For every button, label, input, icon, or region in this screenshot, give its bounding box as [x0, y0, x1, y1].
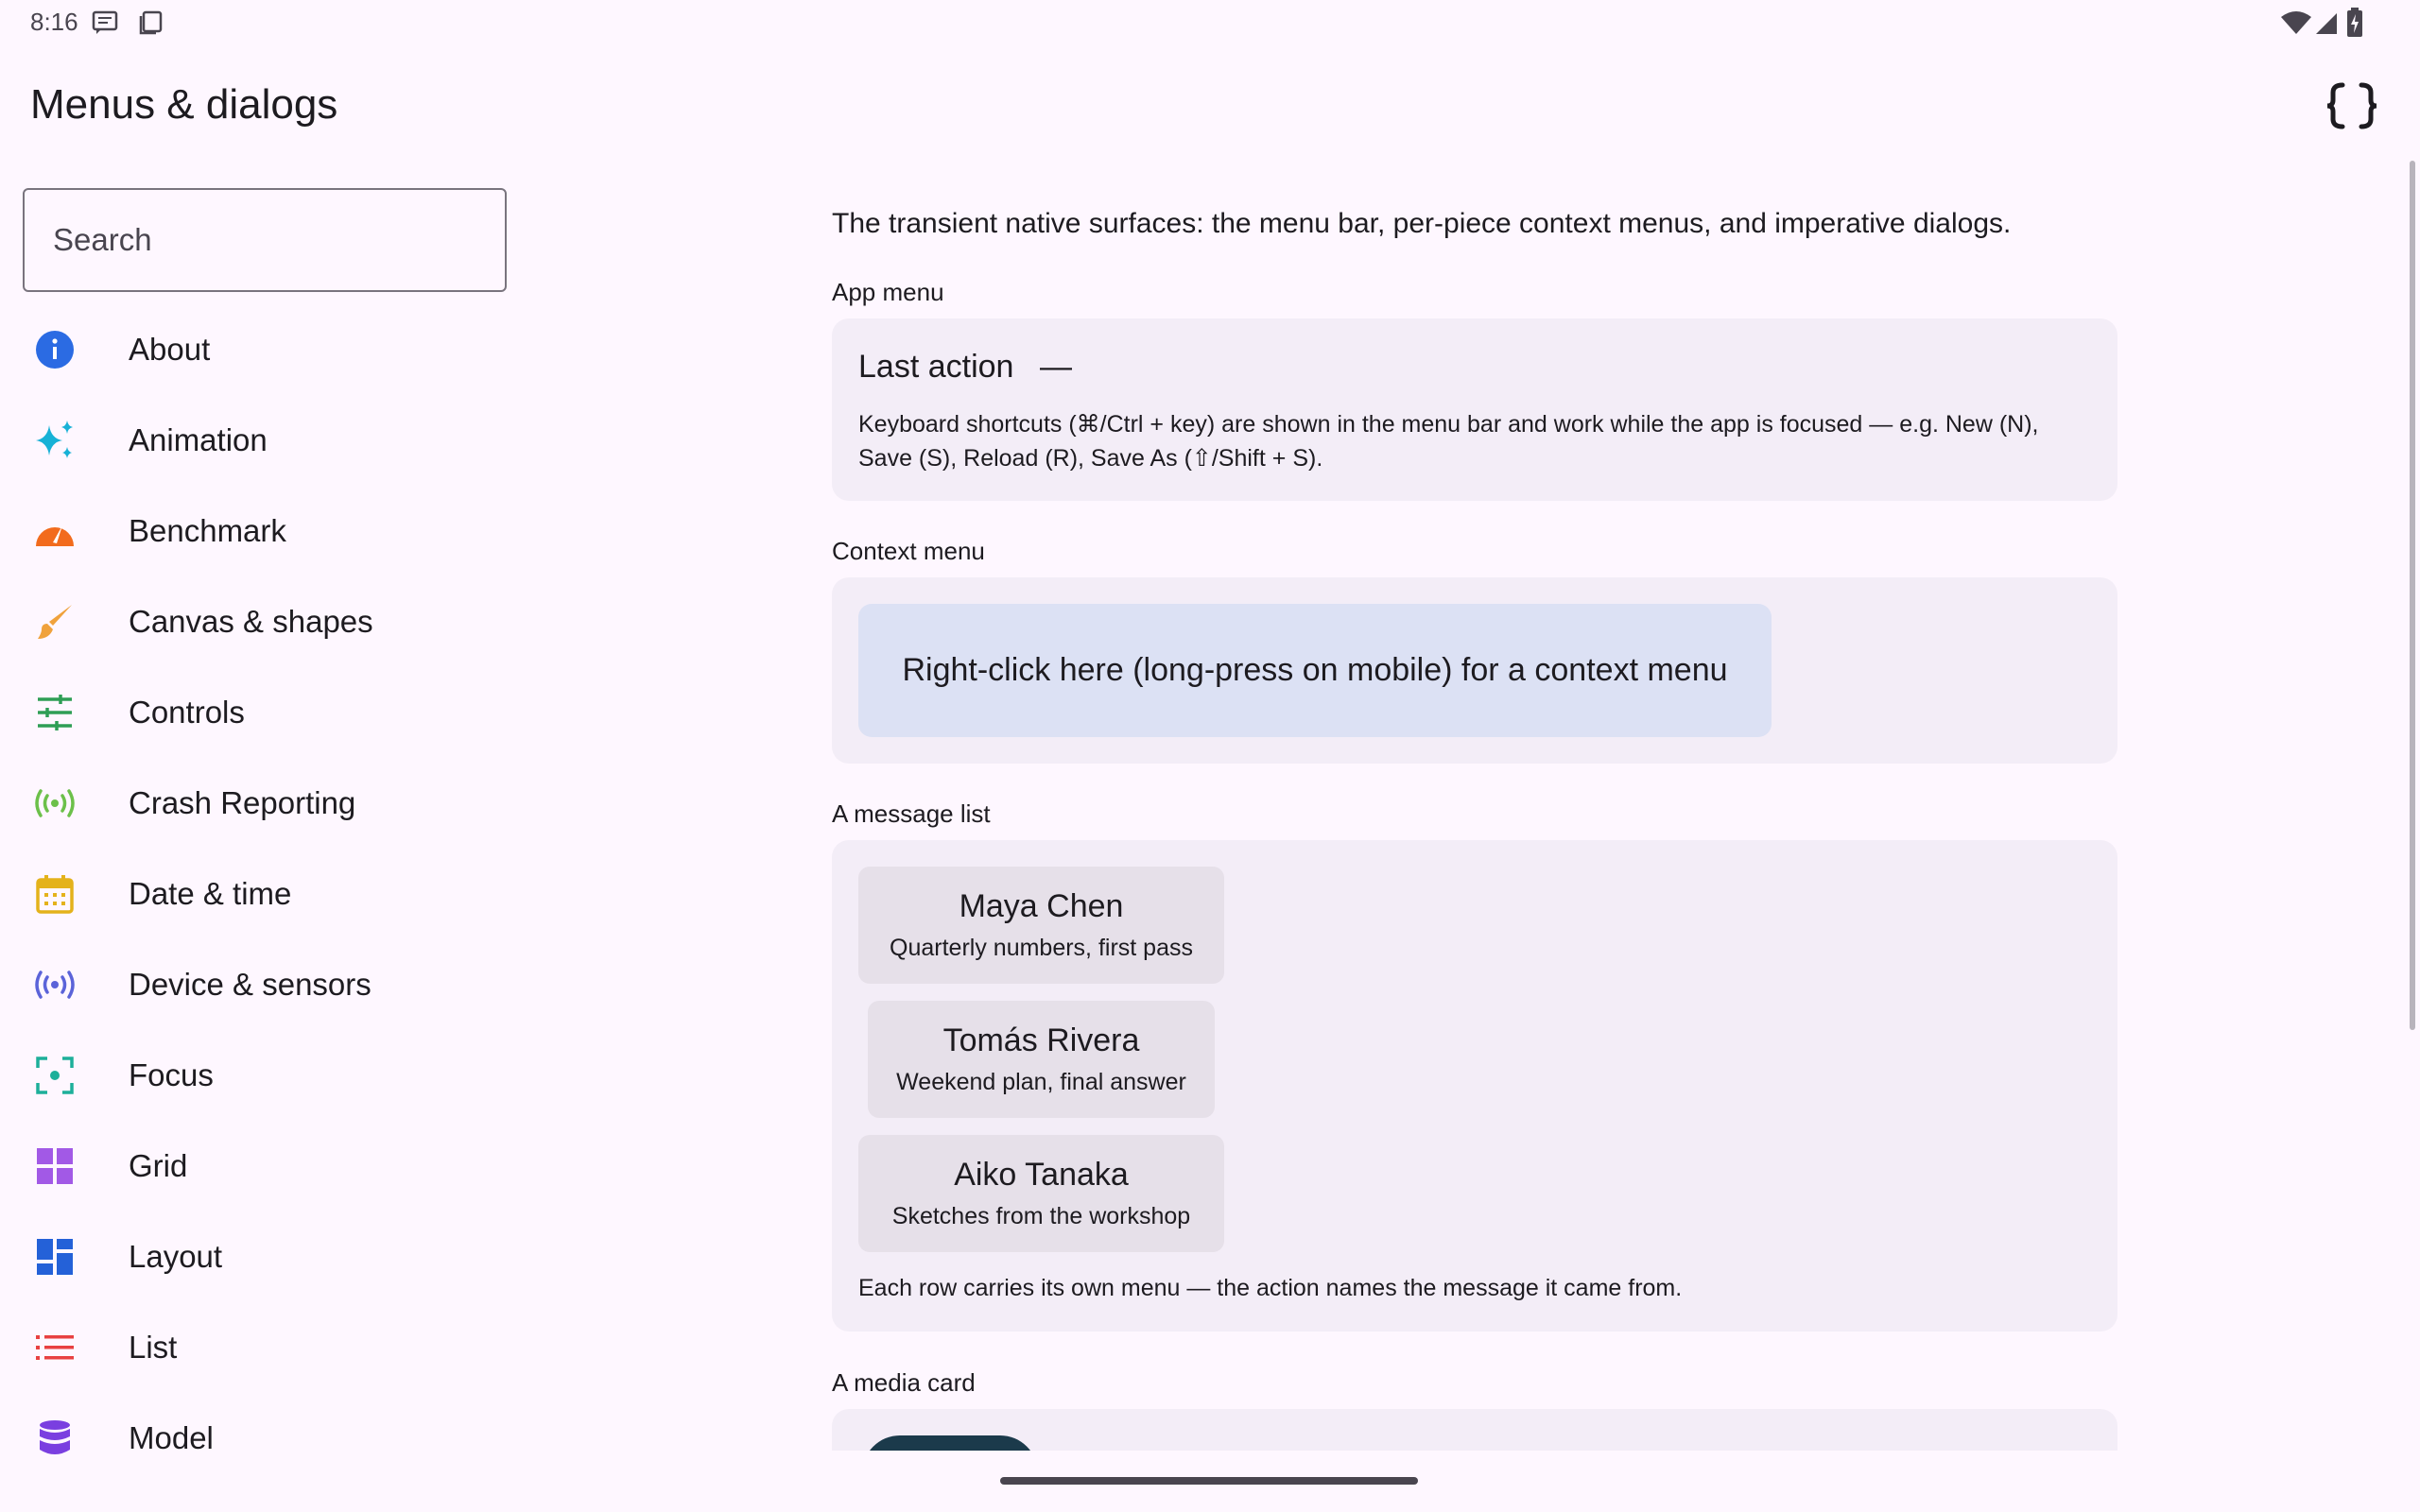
sidebar-item-crash-reporting[interactable]: Crash Reporting — [23, 762, 514, 845]
sidebar-item-label: About — [129, 332, 211, 367]
screen-icon — [139, 10, 163, 35]
message-notification-icon — [92, 10, 118, 34]
sidebar-item-device-sensors[interactable]: Device & sensors — [23, 943, 514, 1026]
sidebar-item-label: Date & time — [129, 876, 292, 911]
search-input[interactable] — [53, 222, 505, 258]
speedometer-icon — [26, 503, 83, 559]
message-list-card: Maya Chen Quarterly numbers, first pass … — [832, 840, 2118, 1332]
message-subject: Weekend plan, final answer — [896, 1069, 1186, 1095]
broadcast-icon — [26, 775, 83, 832]
sidebar-item-label: Grid — [129, 1148, 188, 1183]
sliders-icon — [26, 684, 83, 741]
sidebar-item-label: Animation — [129, 422, 268, 457]
sidebar-item-label: Controls — [129, 695, 245, 730]
sidebar-item-label: Focus — [129, 1057, 214, 1092]
sidebar-item-benchmark[interactable]: Benchmark — [23, 490, 514, 573]
message-sender: Tomás Rivera — [942, 1022, 1140, 1058]
section-label-context-menu: Context menu — [832, 537, 985, 565]
section-label-media-card: A media card — [832, 1368, 976, 1397]
sidebar-item-animation[interactable]: Animation — [23, 399, 514, 482]
sidebar-item-controls[interactable]: Controls — [23, 671, 514, 754]
info-icon — [26, 321, 83, 378]
sidebar-item-model[interactable]: Model — [23, 1397, 514, 1480]
sidebar-item-label: Layout — [129, 1239, 223, 1274]
message-row-1[interactable]: Maya Chen Quarterly numbers, first pass — [858, 867, 1224, 984]
sidebar-item-date-time[interactable]: Date & time — [23, 852, 514, 936]
sidebar-item-label: Canvas & shapes — [129, 604, 373, 639]
sidebar-item-focus[interactable]: Focus — [23, 1034, 514, 1117]
sidebar-item-grid[interactable]: Grid — [23, 1125, 514, 1208]
scrollbar[interactable] — [2410, 161, 2415, 1030]
sidebar-item-label: Device & sensors — [129, 967, 372, 1002]
intro-text: The transient native surfaces: the menu … — [832, 208, 2012, 239]
focus-icon — [26, 1047, 83, 1104]
cell-signal-icon — [2316, 13, 2337, 34]
last-action-value: — — [1040, 349, 1072, 385]
search-field[interactable] — [23, 188, 507, 292]
message-sender: Aiko Tanaka — [954, 1157, 1129, 1193]
message-list-note: Each row carries its own menu — the acti… — [858, 1275, 1683, 1301]
grid-icon — [26, 1138, 83, 1194]
database-icon — [26, 1410, 83, 1467]
sidebar-item-list[interactable]: List — [23, 1306, 514, 1389]
message-sender: Maya Chen — [959, 888, 1124, 924]
sidebar-item-about[interactable]: About — [23, 308, 514, 391]
message-subject: Quarterly numbers, first pass — [890, 935, 1193, 961]
sidebar-item-canvas-shapes[interactable]: Canvas & shapes — [23, 580, 514, 663]
list-icon — [26, 1319, 83, 1376]
sidebar-item-label: Model — [129, 1420, 214, 1455]
media-card — [832, 1409, 2118, 1451]
code-view-button[interactable] — [2316, 77, 2388, 134]
sidebar-item-label: List — [129, 1330, 178, 1365]
context-menu-target[interactable]: Right-click here (long-press on mobile) … — [858, 604, 1772, 737]
sparkle-icon — [26, 412, 83, 469]
sidebar-item-label: Benchmark — [129, 513, 286, 548]
battery-charging-icon — [2347, 8, 2362, 37]
shortcut-line-1: Keyboard shortcuts (⌘/Ctrl + key) are sh… — [858, 411, 2039, 438]
status-time: 8:16 — [30, 8, 78, 36]
brush-icon — [26, 593, 83, 650]
message-row-2[interactable]: Tomás Rivera Weekend plan, final answer — [868, 1001, 1215, 1118]
wifi-icon — [2281, 11, 2311, 34]
sidebar-item-label: Crash Reporting — [129, 785, 356, 820]
message-row-3[interactable]: Aiko Tanaka Sketches from the workshop — [858, 1135, 1224, 1252]
home-indicator[interactable] — [1000, 1477, 1418, 1485]
page-title: Menus & dialogs — [30, 81, 338, 128]
shortcut-description: Keyboard shortcuts (⌘/Ctrl + key) are sh… — [858, 407, 2097, 475]
calendar-icon — [26, 866, 83, 922]
sidebar-item-layout[interactable]: Layout — [23, 1215, 514, 1298]
sensors-icon — [26, 956, 83, 1013]
layout-icon — [26, 1228, 83, 1285]
media-thumbnail[interactable] — [862, 1435, 1038, 1451]
section-label-app-menu: App menu — [832, 278, 944, 306]
last-action-title: Last action — [858, 349, 1014, 385]
app-menu-card: Last action — Keyboard shortcuts (⌘/Ctrl… — [832, 318, 2118, 501]
context-menu-card: Right-click here (long-press on mobile) … — [832, 577, 2118, 764]
shortcut-line-2: Save (S), Reload (R), Save As (⇧/Shift +… — [858, 445, 1323, 472]
message-subject: Sketches from the workshop — [891, 1203, 1191, 1229]
section-label-message-list: A message list — [832, 799, 991, 828]
code-braces-icon — [2326, 82, 2377, 129]
